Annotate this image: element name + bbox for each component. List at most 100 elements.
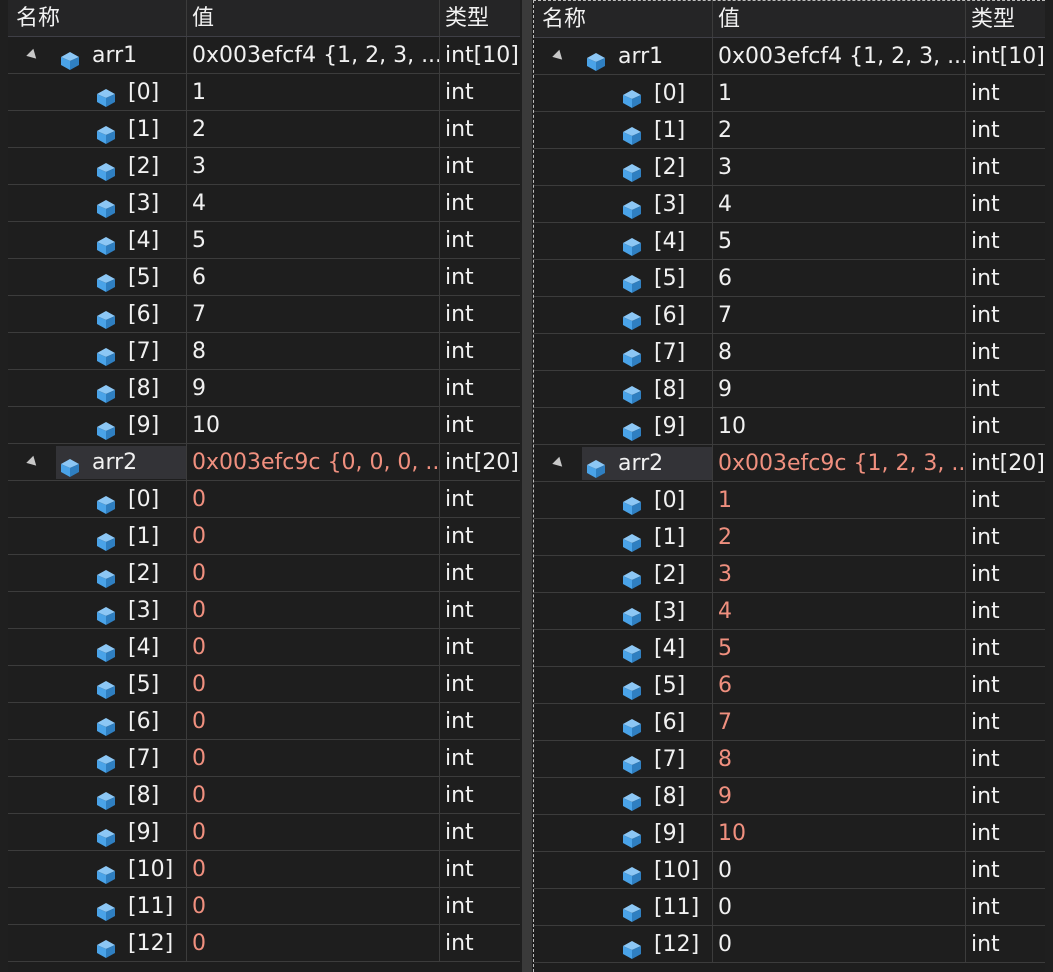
element-value[interactable]: 4 — [712, 593, 965, 629]
element-value[interactable]: 6 — [712, 260, 965, 296]
element-row[interactable]: [9] 10 int — [534, 815, 1045, 852]
element-value[interactable]: 3 — [186, 148, 439, 184]
element-value[interactable]: 0 — [186, 666, 439, 702]
element-row[interactable]: [3] 0 int — [8, 592, 520, 629]
variable-value[interactable]: 0x003efcf4 {1, 2, 3, ... — [186, 37, 439, 73]
element-row[interactable]: [4] 5 int — [534, 630, 1045, 667]
element-row[interactable]: [10] 0 int — [534, 852, 1045, 889]
element-value[interactable]: 1 — [712, 75, 965, 111]
element-value[interactable]: 2 — [712, 519, 965, 555]
element-value[interactable]: 10 — [712, 408, 965, 444]
element-value[interactable]: 0 — [186, 925, 439, 961]
element-value[interactable]: 8 — [712, 334, 965, 370]
pane-splitter[interactable] — [522, 0, 532, 972]
element-value[interactable]: 0 — [712, 889, 965, 925]
element-value[interactable]: 9 — [186, 370, 439, 406]
variable-row-arr2[interactable]: arr2 0x003efc9c {1, 2, 3, ... int[20] — [534, 445, 1045, 482]
element-row[interactable]: [9] 10 int — [534, 408, 1045, 445]
variable-value[interactable]: 0x003efc9c {1, 2, 3, ... — [712, 445, 965, 481]
element-row[interactable]: [11] 0 int — [8, 888, 520, 925]
element-row[interactable]: [7] 8 int — [534, 741, 1045, 778]
element-row[interactable]: [3] 4 int — [534, 593, 1045, 630]
element-value[interactable]: 5 — [712, 223, 965, 259]
column-header-type[interactable]: 类型 — [439, 0, 520, 36]
element-value[interactable]: 8 — [186, 333, 439, 369]
element-value[interactable]: 1 — [712, 482, 965, 518]
column-header-name[interactable]: 名称 — [534, 1, 712, 37]
element-row[interactable]: [1] 0 int — [8, 518, 520, 555]
element-row[interactable]: [4] 5 int — [534, 223, 1045, 260]
variable-row-arr1[interactable]: arr1 0x003efcf4 {1, 2, 3, ... int[10] — [8, 37, 520, 74]
collapse-triangle-icon[interactable] — [26, 455, 40, 470]
element-row[interactable]: [3] 4 int — [8, 185, 520, 222]
collapse-triangle-icon[interactable] — [552, 49, 566, 64]
element-value[interactable]: 0 — [186, 740, 439, 776]
element-value[interactable]: 5 — [712, 630, 965, 666]
element-row[interactable]: [3] 4 int — [534, 186, 1045, 223]
element-row[interactable]: [12] 0 int — [8, 925, 520, 962]
variable-value[interactable]: 0x003efcf4 {1, 2, 3, ... — [712, 38, 965, 74]
element-row[interactable]: [6] 7 int — [8, 296, 520, 333]
element-value[interactable]: 10 — [712, 815, 965, 851]
element-value[interactable]: 0 — [712, 926, 965, 962]
element-row[interactable]: [6] 0 int — [8, 703, 520, 740]
element-value[interactable]: 0 — [186, 888, 439, 924]
element-row[interactable]: [11] 0 int — [534, 889, 1045, 926]
element-row[interactable]: [2] 3 int — [534, 556, 1045, 593]
element-value[interactable]: 0 — [186, 777, 439, 813]
element-value[interactable]: 7 — [712, 704, 965, 740]
element-value[interactable]: 6 — [712, 667, 965, 703]
element-value[interactable]: 10 — [186, 407, 439, 443]
element-row[interactable]: [9] 10 int — [8, 407, 520, 444]
element-value[interactable]: 2 — [712, 112, 965, 148]
element-row[interactable]: [8] 9 int — [8, 370, 520, 407]
element-value[interactable]: 0 — [186, 481, 439, 517]
element-value[interactable]: 8 — [712, 741, 965, 777]
element-value[interactable]: 0 — [186, 518, 439, 554]
element-row[interactable]: [0] 1 int — [534, 482, 1045, 519]
element-value[interactable]: 4 — [712, 186, 965, 222]
element-row[interactable]: [6] 7 int — [534, 704, 1045, 741]
variable-value[interactable]: 0x003efc9c {0, 0, 0, ... — [186, 444, 439, 480]
element-row[interactable]: [0] 1 int — [8, 74, 520, 111]
element-row[interactable]: [9] 0 int — [8, 814, 520, 851]
element-value[interactable]: 0 — [186, 555, 439, 591]
element-row[interactable]: [6] 7 int — [534, 297, 1045, 334]
element-row[interactable]: [1] 2 int — [534, 112, 1045, 149]
element-row[interactable]: [1] 2 int — [8, 111, 520, 148]
element-value[interactable]: 0 — [186, 629, 439, 665]
element-value[interactable]: 7 — [712, 297, 965, 333]
collapse-triangle-icon[interactable] — [552, 456, 566, 471]
collapse-triangle-icon[interactable] — [26, 48, 40, 63]
element-row[interactable]: [2] 3 int — [534, 149, 1045, 186]
element-row[interactable]: [4] 5 int — [8, 222, 520, 259]
element-row[interactable]: [10] 0 int — [8, 851, 520, 888]
element-row[interactable]: [5] 6 int — [534, 667, 1045, 704]
element-row[interactable]: [5] 6 int — [8, 259, 520, 296]
element-value[interactable]: 1 — [186, 74, 439, 110]
element-row[interactable]: [0] 0 int — [8, 481, 520, 518]
column-header-value[interactable]: 值 — [712, 1, 965, 37]
element-row[interactable]: [4] 0 int — [8, 629, 520, 666]
element-value[interactable]: 0 — [712, 852, 965, 888]
element-value[interactable]: 6 — [186, 259, 439, 295]
element-row[interactable]: [2] 0 int — [8, 555, 520, 592]
element-row[interactable]: [8] 9 int — [534, 778, 1045, 815]
element-value[interactable]: 9 — [712, 778, 965, 814]
element-row[interactable]: [2] 3 int — [8, 148, 520, 185]
element-value[interactable]: 5 — [186, 222, 439, 258]
element-row[interactable]: [1] 2 int — [534, 519, 1045, 556]
element-row[interactable]: [8] 9 int — [534, 371, 1045, 408]
column-header-value[interactable]: 值 — [186, 0, 439, 36]
element-value[interactable]: 3 — [712, 149, 965, 185]
element-value[interactable]: 0 — [186, 703, 439, 739]
element-value[interactable]: 4 — [186, 185, 439, 221]
element-value[interactable]: 2 — [186, 111, 439, 147]
element-row[interactable]: [7] 8 int — [8, 333, 520, 370]
variable-row-arr1[interactable]: arr1 0x003efcf4 {1, 2, 3, ... int[10] — [534, 38, 1045, 75]
element-row[interactable]: [12] 0 int — [534, 926, 1045, 963]
column-header-name[interactable]: 名称 — [8, 0, 186, 36]
element-value[interactable]: 0 — [186, 592, 439, 628]
column-header-type[interactable]: 类型 — [965, 1, 1045, 37]
element-row[interactable]: [8] 0 int — [8, 777, 520, 814]
